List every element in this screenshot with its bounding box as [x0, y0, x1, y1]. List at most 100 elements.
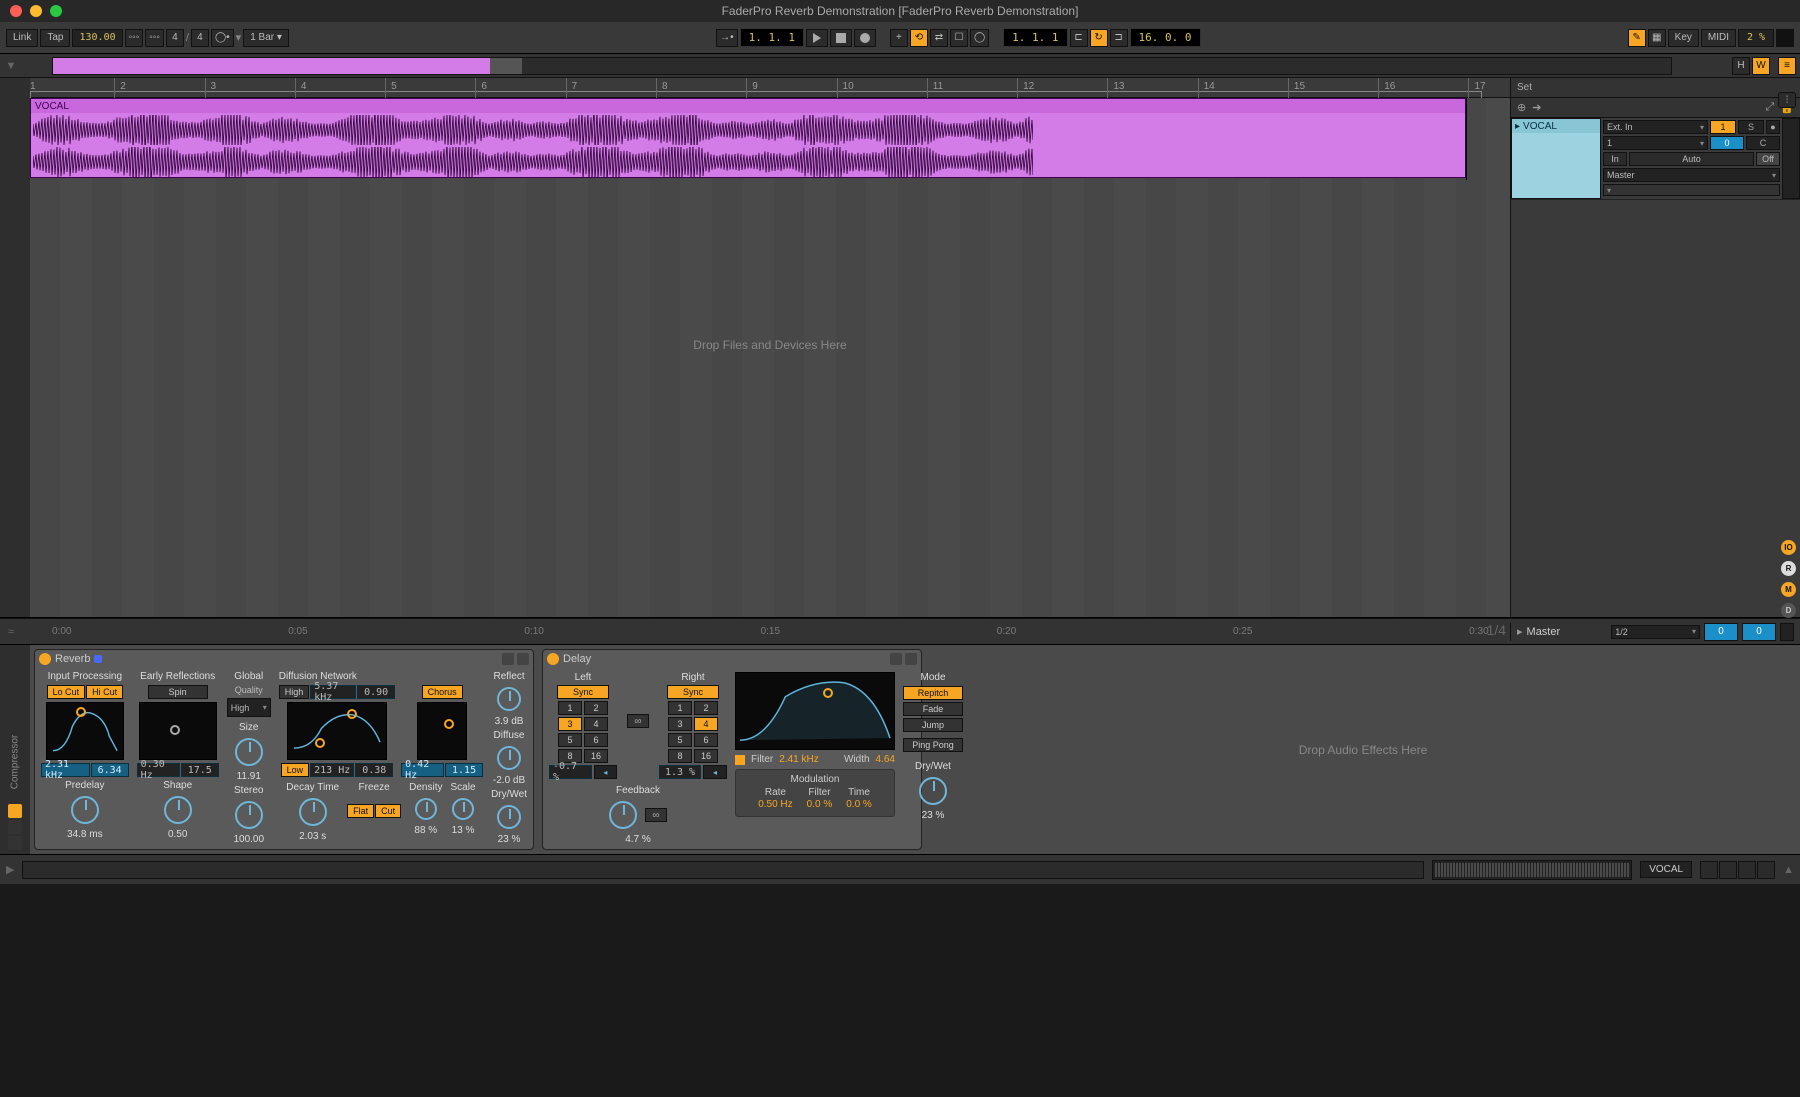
- arm-button[interactable]: ●: [1766, 120, 1780, 134]
- hicut-button[interactable]: Hi Cut: [86, 685, 123, 699]
- input-hi-q[interactable]: 6.34: [91, 763, 129, 777]
- predelay-knob[interactable]: [71, 796, 99, 824]
- mod-filter[interactable]: 0.0 %: [807, 799, 833, 810]
- delay-hot-swap-icon[interactable]: [890, 653, 902, 665]
- mod-rate[interactable]: 0.50 Hz: [758, 799, 792, 810]
- l-1[interactable]: 1: [558, 701, 582, 715]
- track-lane-vocal[interactable]: VOCAL: [30, 98, 1510, 180]
- loop-length[interactable]: 16. 0. 0: [1130, 28, 1201, 47]
- delay-activator[interactable]: [547, 653, 559, 665]
- cue-button[interactable]: C: [1746, 136, 1780, 150]
- back-to-arrangement-icon[interactable]: ➔: [1532, 101, 1541, 114]
- metronome-button[interactable]: ◯•: [211, 29, 234, 47]
- diffuse-knob[interactable]: [497, 746, 521, 770]
- play-button[interactable]: [806, 29, 828, 47]
- computer-midi-keyboard-button[interactable]: ▦: [1648, 29, 1666, 47]
- track-volume[interactable]: [1603, 184, 1780, 196]
- feedback-value[interactable]: 4.7 %: [625, 834, 651, 845]
- density-knob[interactable]: [415, 798, 437, 820]
- reverb-drywet-knob[interactable]: [497, 805, 521, 829]
- monitor-in[interactable]: In: [1603, 152, 1627, 166]
- density-value[interactable]: 88 %: [414, 825, 437, 836]
- chorus-button[interactable]: Chorus: [422, 685, 463, 699]
- tap-tempo-button[interactable]: Tap: [40, 29, 70, 47]
- stop-button[interactable]: [830, 29, 852, 47]
- r-16[interactable]: 16: [694, 749, 718, 763]
- shape-knob[interactable]: [164, 796, 192, 824]
- overdub-button[interactable]: +: [890, 29, 908, 47]
- filter-toggle[interactable]: [735, 755, 745, 765]
- punch-out-button[interactable]: ⊐: [1110, 29, 1128, 47]
- expand-icon[interactable]: ⤢: [1765, 101, 1774, 114]
- reenable-automation-button[interactable]: ⇄: [930, 29, 948, 47]
- add-track-icon[interactable]: ⊕: [1517, 101, 1526, 114]
- decay-value[interactable]: 2.03 s: [299, 831, 326, 842]
- detail-view-2[interactable]: [1719, 861, 1737, 879]
- playhead[interactable]: [1466, 98, 1467, 180]
- capture-button[interactable]: ☐: [950, 29, 968, 47]
- scale-value[interactable]: 13 %: [452, 825, 475, 836]
- predelay-value[interactable]: 34.8 ms: [67, 829, 103, 840]
- er-freq[interactable]: 0.30 Hz: [137, 763, 180, 777]
- r-2[interactable]: 2: [694, 701, 718, 715]
- returns-toggle[interactable]: R: [1781, 561, 1796, 576]
- er-amt[interactable]: 17.5: [181, 763, 219, 777]
- reverb-drywet-value[interactable]: 23 %: [498, 834, 521, 845]
- r-offset[interactable]: 1.3 %: [659, 765, 701, 779]
- clip-overview[interactable]: [1432, 860, 1632, 880]
- detail-view-1[interactable]: [1700, 861, 1718, 879]
- track-header-clip-slot[interactable]: ▸VOCAL: [1511, 118, 1601, 199]
- freeze-cut[interactable]: Cut: [375, 804, 401, 818]
- decay-knob[interactable]: [299, 798, 327, 826]
- time-ruler[interactable]: 1/4 0:000:050:100:150:200:250:30: [52, 622, 1510, 642]
- nudge-down-button[interactable]: ◦◦◦: [125, 29, 144, 47]
- arrangement-overview[interactable]: [52, 57, 1672, 75]
- master-cue-b[interactable]: 0: [1742, 623, 1776, 641]
- scale-knob[interactable]: [452, 798, 474, 820]
- monitor-off[interactable]: Off: [1756, 152, 1780, 166]
- dn-high-button[interactable]: High: [279, 685, 310, 699]
- left-sync[interactable]: Sync: [557, 685, 609, 699]
- l-5[interactable]: 5: [558, 733, 582, 747]
- shape-value[interactable]: 0.50: [168, 829, 187, 840]
- l-offset-nudge[interactable]: ◂: [594, 765, 617, 779]
- dn-lo-freq[interactable]: 213 Hz: [310, 763, 354, 777]
- reverb-activator[interactable]: [39, 653, 51, 665]
- record-button[interactable]: [854, 29, 876, 47]
- r-8[interactable]: 8: [668, 749, 692, 763]
- quality-select[interactable]: High: [227, 698, 271, 717]
- punch-in-button[interactable]: ⊏: [1070, 29, 1088, 47]
- mixer-toggle[interactable]: M: [1781, 582, 1796, 597]
- stereo-knob[interactable]: [235, 801, 263, 829]
- track-activator[interactable]: 1: [1710, 120, 1736, 134]
- arrangement-position[interactable]: 1. 1. 1: [740, 28, 804, 47]
- follow-button[interactable]: →•: [716, 29, 738, 47]
- reflect-value[interactable]: 3.9 dB: [495, 716, 524, 727]
- delay-link-button[interactable]: ∞: [627, 714, 649, 728]
- h-button[interactable]: H: [1732, 57, 1750, 75]
- draw-mode-button[interactable]: ✎: [1628, 29, 1646, 47]
- sidebar-toggle[interactable]: ⫶: [1778, 92, 1796, 108]
- arrangement-timeline[interactable]: 1234567891011121314151617 VOCAL Drop Fil…: [30, 78, 1510, 617]
- input-filter-xy[interactable]: [46, 702, 124, 760]
- size-knob[interactable]: [235, 738, 263, 766]
- delay-drywet-knob[interactable]: [919, 777, 947, 805]
- freeze-flat[interactable]: Flat: [347, 804, 374, 818]
- master-stop-icon[interactable]: ▸: [1517, 625, 1523, 638]
- detail-view-4[interactable]: [1757, 861, 1775, 879]
- dn-hi-amt[interactable]: 0.90: [357, 685, 395, 699]
- dn-lo-amt[interactable]: 0.38: [355, 763, 393, 777]
- delay-toggle[interactable]: D: [1781, 603, 1796, 618]
- session-record-button[interactable]: ◯: [970, 29, 989, 47]
- overview-collapse-icon[interactable]: ▼: [0, 60, 22, 72]
- global-quantize[interactable]: 1 Bar ▾: [243, 29, 289, 47]
- stereo-value[interactable]: 100.00: [233, 834, 264, 845]
- compressor-tab-label[interactable]: Compressor: [10, 735, 21, 789]
- diffuse-value[interactable]: -2.0 dB: [493, 775, 525, 786]
- l-6[interactable]: 6: [584, 733, 608, 747]
- save-preset-icon[interactable]: [517, 653, 529, 665]
- io-toggle[interactable]: IO: [1781, 540, 1796, 555]
- detail-collapse-icon[interactable]: ▲: [1783, 864, 1794, 876]
- overload-indicator[interactable]: [1776, 29, 1794, 47]
- device-tab-inactive[interactable]: [8, 820, 22, 834]
